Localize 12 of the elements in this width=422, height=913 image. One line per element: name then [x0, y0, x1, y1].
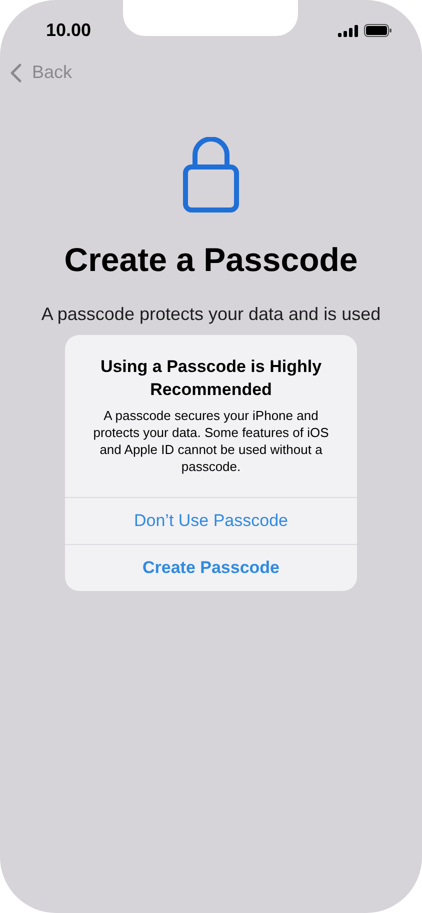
back-button[interactable]: Back: [10, 59, 72, 86]
page-description: A passcode protects your data and is used: [40, 302, 382, 324]
alert-message: A passcode secures your iPhone and protects your data. Some features of iOS and Apple ID cannot be used without a passcode.: [92, 407, 330, 475]
status-time: 10.00: [46, 19, 92, 42]
page-title: Create a Passcode: [63, 240, 359, 280]
lock-icon: [183, 137, 239, 213]
alert-title: Using a Passcode is Highly Recommended: [99, 356, 323, 401]
battery-icon: [364, 24, 392, 37]
chevron-left-icon: [10, 62, 22, 82]
signal-icon: [338, 24, 358, 36]
alert-action-button[interactable]: Don’t Use Passcode: [65, 497, 357, 544]
alert-action-button[interactable]: Create Passcode: [65, 544, 357, 591]
